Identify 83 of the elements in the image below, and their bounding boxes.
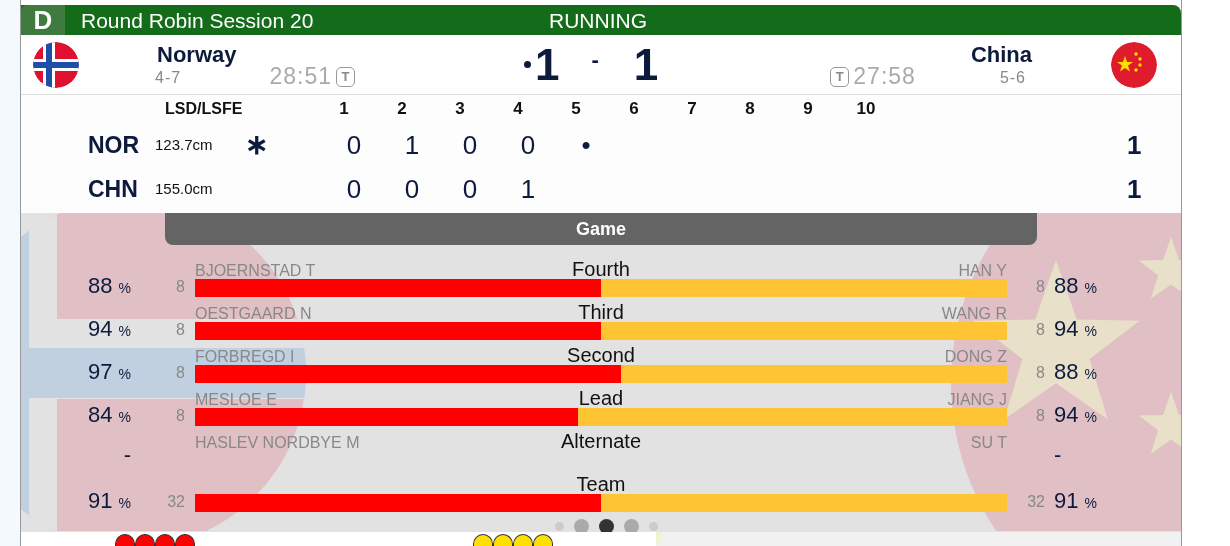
- end-number: 1: [338, 98, 350, 121]
- end-number: 6: [628, 98, 640, 121]
- page-indicator[interactable]: [598, 518, 614, 532]
- shot-count: 8: [1035, 365, 1046, 383]
- player-name: DONG Z: [943, 349, 1007, 365]
- player-name: JIANG J: [946, 392, 1007, 408]
- session-title: Round Robin Session 20: [81, 9, 314, 31]
- total-score: 1: [1127, 128, 1143, 162]
- end-number: 3: [454, 98, 466, 121]
- shot-count: 8: [175, 279, 186, 297]
- game-status: RUNNING: [549, 9, 647, 31]
- player-name: HAN Y: [957, 263, 1007, 279]
- end-score: 0: [461, 172, 479, 206]
- shooting-percentage: 94 %: [1053, 404, 1099, 426]
- team-code: NOR: [88, 130, 141, 160]
- end-score: 0: [345, 172, 363, 206]
- shot-count: 32: [166, 494, 186, 512]
- total-score: 1: [1127, 172, 1143, 206]
- end-number: 2: [396, 98, 408, 121]
- team-code: CHN: [88, 174, 139, 204]
- stone-distance: 155.0cm: [155, 178, 214, 199]
- position-label: Fourth: [572, 259, 630, 279]
- shooting-percentage: 88 %: [1053, 275, 1099, 297]
- shooting-percentage: 94 %: [1053, 318, 1099, 340]
- shooting-percentage: -: [122, 440, 131, 466]
- shooting-percentage: 88 %: [86, 275, 131, 297]
- shot-count: 8: [1035, 408, 1046, 426]
- shooting-percentage: 91 %: [86, 490, 131, 512]
- stone-distance: 123.7cm: [155, 134, 214, 155]
- flag-icon: [33, 41, 79, 88]
- position-label: Second: [567, 345, 635, 365]
- shot-count: 32: [1026, 494, 1046, 512]
- end-number: 9: [802, 98, 814, 121]
- end-score: 1: [403, 128, 421, 162]
- team-score: 1: [633, 42, 659, 87]
- position-label: Lead: [578, 388, 624, 408]
- position-label: Team: [576, 474, 626, 494]
- end-score: 1: [519, 172, 537, 206]
- position-label: Alternate: [560, 431, 642, 451]
- end-number: 4: [512, 98, 524, 121]
- end-score: 0: [403, 172, 421, 206]
- shooting-percentage: -: [1053, 440, 1063, 466]
- game-tab[interactable]: Game: [165, 213, 1037, 245]
- player-name: SU T: [969, 435, 1007, 451]
- team-record: 4-7: [155, 69, 183, 86]
- team-score: 1: [535, 42, 560, 87]
- end-score: 0: [345, 128, 363, 162]
- player-name: WANG R: [940, 306, 1007, 322]
- player-name: MESLOE E: [195, 392, 278, 408]
- position-label: Third: [578, 302, 624, 322]
- division-badge: D: [21, 5, 65, 35]
- shot-count: 8: [1035, 322, 1046, 340]
- end-score: •: [580, 128, 592, 162]
- end-number: 7: [686, 98, 698, 121]
- player-name: HASLEV NORDBYE M: [195, 435, 361, 451]
- game-clock: 27:58: [853, 65, 916, 88]
- game-clock: 28:51: [269, 65, 333, 88]
- shot-count: 8: [175, 322, 186, 340]
- shooting-percentage: 88 %: [1053, 361, 1099, 383]
- shooting-percentage: 94 %: [86, 318, 131, 340]
- end-score: 0: [519, 128, 537, 162]
- shooting-percentage: 91 %: [1053, 490, 1099, 512]
- end-score: 0: [461, 128, 479, 162]
- flag-icon: [1111, 41, 1157, 88]
- team-name: China: [970, 43, 1032, 66]
- end-number: 10: [855, 98, 877, 121]
- player-name: BJOERNSTAD T: [195, 263, 317, 279]
- shooting-percentage: 84 %: [86, 404, 131, 426]
- team-name: Norway: [157, 43, 237, 66]
- shot-count: 8: [175, 408, 186, 426]
- timeout-icon: T: [830, 66, 850, 87]
- score-separator: -: [591, 46, 599, 74]
- shot-count: 8: [1035, 279, 1046, 297]
- end-number: 5: [570, 98, 582, 121]
- team-record: 5-6: [999, 69, 1026, 86]
- column-heading: LSD/LSFE: [165, 99, 244, 119]
- shot-count: 8: [175, 365, 186, 383]
- shooting-percentage: 97 %: [86, 361, 131, 383]
- player-name: FORBREGD I: [195, 349, 296, 365]
- player-name: OESTGAARD N: [195, 306, 313, 322]
- marker-icon: ∗: [245, 124, 325, 166]
- end-number: 8: [744, 98, 756, 121]
- timeout-icon: T: [336, 66, 356, 87]
